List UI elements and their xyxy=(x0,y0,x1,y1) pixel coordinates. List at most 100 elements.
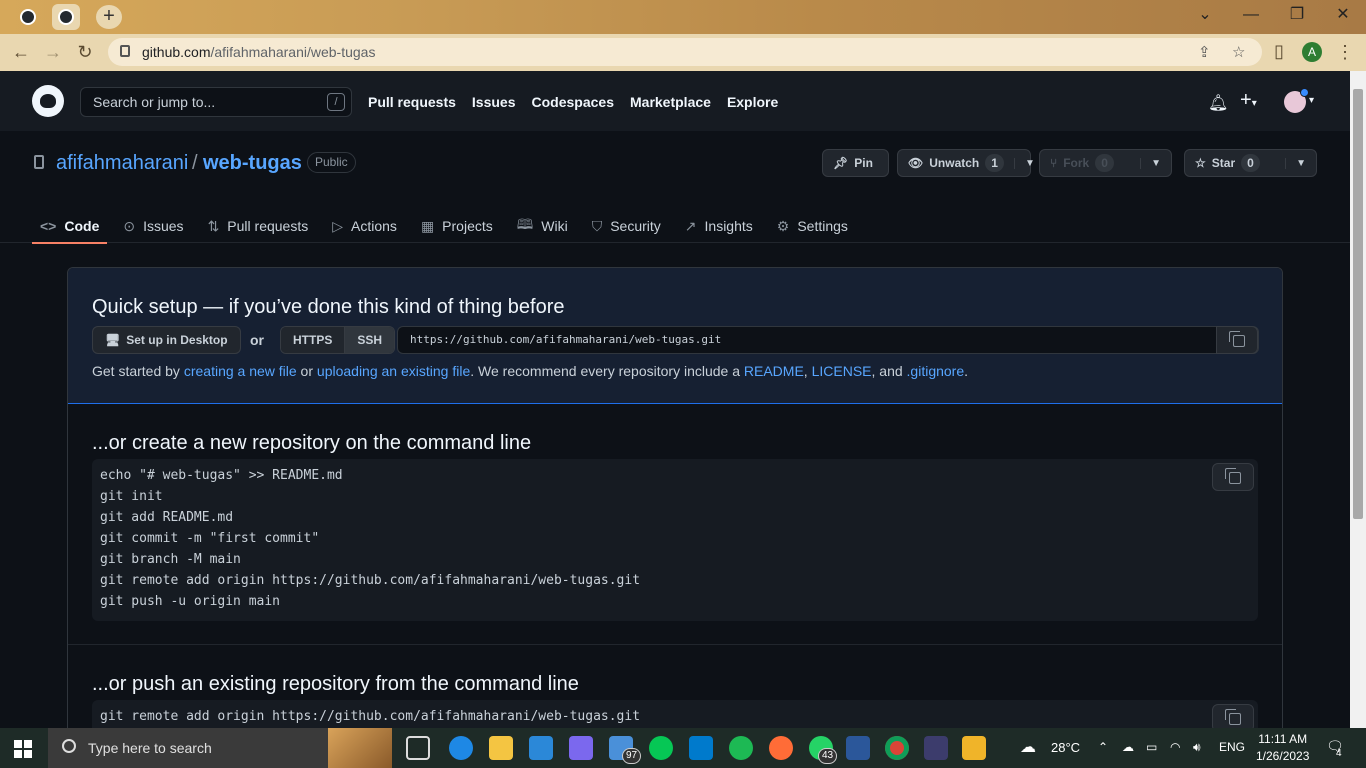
fork-icon: ⑂ xyxy=(1050,156,1058,170)
mail-badge: 97 xyxy=(622,748,642,764)
copy-create-commands-button[interactable] xyxy=(1212,463,1254,491)
hint-and: , and xyxy=(871,363,907,379)
fork-button[interactable]: ⑂ Fork 0 ▼ xyxy=(1039,149,1172,177)
weather-temp[interactable]: 28°C xyxy=(1051,740,1080,755)
side-panel-icon[interactable]: ▯ xyxy=(1268,41,1290,62)
close-window-button[interactable]: ✕ xyxy=(1320,4,1366,26)
tab-security-label: Security xyxy=(610,218,661,234)
nav-marketplace[interactable]: Marketplace xyxy=(630,94,711,110)
copy-clone-url-button[interactable] xyxy=(1216,326,1258,354)
spotify-icon[interactable] xyxy=(729,736,753,760)
creating-new-file-link[interactable]: creating a new file xyxy=(184,363,297,379)
tab-wiki[interactable]: 🕮 Wiki xyxy=(509,209,576,243)
reload-button[interactable]: ↻ xyxy=(74,42,96,63)
weather-cloud-icon[interactable]: ☁ xyxy=(1020,737,1036,757)
hint-comma: , xyxy=(803,363,812,379)
repo-name-link[interactable]: web-tugas xyxy=(203,152,302,175)
browser-tab-github-1[interactable] xyxy=(14,4,42,30)
tab-issues[interactable]: ⊙ Issues xyxy=(115,209,191,243)
repo-tabs: <> Code ⊙ Issues ⇅ Pull requests ▷ Actions ▦… xyxy=(32,209,864,244)
word-icon[interactable] xyxy=(846,736,870,760)
windows-start-icon[interactable] xyxy=(14,740,32,758)
star-dropdown-chevron-icon[interactable]: ▼ xyxy=(1285,157,1316,169)
ssh-button[interactable]: SSH xyxy=(344,327,395,353)
pin-button[interactable]: 📌︎ Pin xyxy=(822,149,889,177)
address-bar[interactable]: github.com/afifahmaharani/web-tugas ⇪ ☆ xyxy=(108,38,1262,66)
uploading-existing-file-link[interactable]: uploading an existing file xyxy=(317,363,470,379)
bookmark-star-icon[interactable]: ☆ xyxy=(1232,43,1245,61)
copy-icon xyxy=(1225,468,1241,484)
code-icon: <> xyxy=(40,218,57,234)
repo-owner-link[interactable]: afifahmaharani xyxy=(56,152,188,175)
page-scrollbar[interactable] xyxy=(1350,71,1366,728)
book-icon: 🕮 xyxy=(516,216,534,232)
github-favicon-icon xyxy=(58,9,74,25)
nav-pull-requests[interactable]: Pull requests xyxy=(368,94,456,110)
vscode-icon[interactable] xyxy=(689,736,713,760)
tab-settings[interactable]: ⚙ Settings xyxy=(769,209,856,243)
copy-icon xyxy=(1225,709,1241,725)
onedrive-icon[interactable]: ☁ xyxy=(1122,740,1134,754)
wifi-icon[interactable]: ◠ xyxy=(1170,740,1180,754)
postman-icon[interactable] xyxy=(769,736,793,760)
show-hidden-icons-chevron-icon[interactable]: ⌃ xyxy=(1098,740,1108,754)
back-button[interactable]: ← xyxy=(10,42,32,63)
clipchamp-icon[interactable] xyxy=(569,736,593,760)
minimize-button[interactable]: — xyxy=(1228,4,1274,26)
tab-projects[interactable]: ▦ Projects xyxy=(413,209,501,243)
xampp-folder-icon[interactable] xyxy=(962,736,986,760)
tab-code[interactable]: <> Code xyxy=(32,209,108,244)
tab-pull-requests[interactable]: ⇅ Pull requests xyxy=(200,209,317,243)
tab-settings-label: Settings xyxy=(797,218,848,234)
chrome-icon[interactable] xyxy=(885,736,909,760)
volume-icon[interactable]: 🔊︎ xyxy=(1193,740,1201,755)
https-button[interactable]: HTTPS xyxy=(281,327,345,353)
browser-profile-avatar[interactable]: A xyxy=(1302,42,1322,62)
line-icon[interactable] xyxy=(649,736,673,760)
nav-explore[interactable]: Explore xyxy=(727,94,778,110)
edge-icon[interactable] xyxy=(449,736,473,760)
share-icon[interactable]: ⇪ xyxy=(1198,43,1211,61)
graph-icon: ↗ xyxy=(684,217,697,234)
task-view-icon[interactable] xyxy=(406,736,430,760)
star-icon: ☆ xyxy=(1195,156,1206,170)
taskbar-search-box[interactable]: Type here to search xyxy=(48,728,392,768)
fork-dropdown-chevron-icon[interactable]: ▼ xyxy=(1140,157,1171,169)
tab-actions[interactable]: ▷ Actions xyxy=(324,209,405,243)
language-indicator[interactable]: ENG xyxy=(1219,740,1245,754)
gear-icon: ⚙ xyxy=(776,217,790,234)
tab-actions-label: Actions xyxy=(351,218,397,234)
repo-path-separator: / xyxy=(192,152,198,174)
pin-icon: 📌︎ xyxy=(833,156,849,170)
tab-security[interactable]: ⛉ Security xyxy=(584,209,669,243)
clone-url-field[interactable]: https://github.com/afifahmaharani/web-tu… xyxy=(397,326,1259,354)
setup-in-desktop-button[interactable]: 🖥︎ Set up in Desktop xyxy=(92,326,241,354)
new-tab-button[interactable]: + xyxy=(96,5,122,29)
scrollbar-thumb[interactable] xyxy=(1353,89,1363,519)
readme-link[interactable]: README xyxy=(744,363,804,379)
nav-issues[interactable]: Issues xyxy=(472,94,516,110)
create-new-plus-icon[interactable]: +▾ xyxy=(1240,89,1257,112)
star-button[interactable]: ☆ Star 0 ▼ xyxy=(1184,149,1317,177)
license-link[interactable]: LICENSE xyxy=(812,363,872,379)
microsoft-store-icon[interactable] xyxy=(529,736,553,760)
forward-button[interactable]: → xyxy=(42,42,64,63)
clock[interactable]: 11:11 AM 1/26/2023 xyxy=(1256,731,1309,765)
unwatch-button[interactable]: 👁︎ Unwatch 1 ▼ xyxy=(897,149,1035,177)
search-input[interactable]: Search or jump to... / xyxy=(80,87,352,117)
browser-menu-icon[interactable]: ⋮ xyxy=(1334,42,1356,63)
bell-icon[interactable]: 🔔︎ xyxy=(1208,93,1228,113)
file-explorer-icon[interactable] xyxy=(489,736,513,760)
tab-search-chevron-icon[interactable]: ⌄ xyxy=(1182,4,1228,26)
tab-insights[interactable]: ↗ Insights xyxy=(677,209,761,243)
gitignore-link[interactable]: .gitignore xyxy=(907,363,965,379)
battery-icon[interactable]: ▭ xyxy=(1146,740,1157,754)
avatar-chevron-down-icon[interactable]: ▾ xyxy=(1309,95,1314,106)
browser-tab-github-2[interactable] xyxy=(52,4,80,30)
nav-codespaces[interactable]: Codespaces xyxy=(532,94,614,110)
restore-button[interactable]: ❐ xyxy=(1274,4,1320,26)
user-avatar[interactable] xyxy=(1284,88,1309,113)
dev-cpp-icon[interactable] xyxy=(924,736,948,760)
github-logo-icon[interactable] xyxy=(32,85,64,117)
or-text: or xyxy=(250,332,264,348)
